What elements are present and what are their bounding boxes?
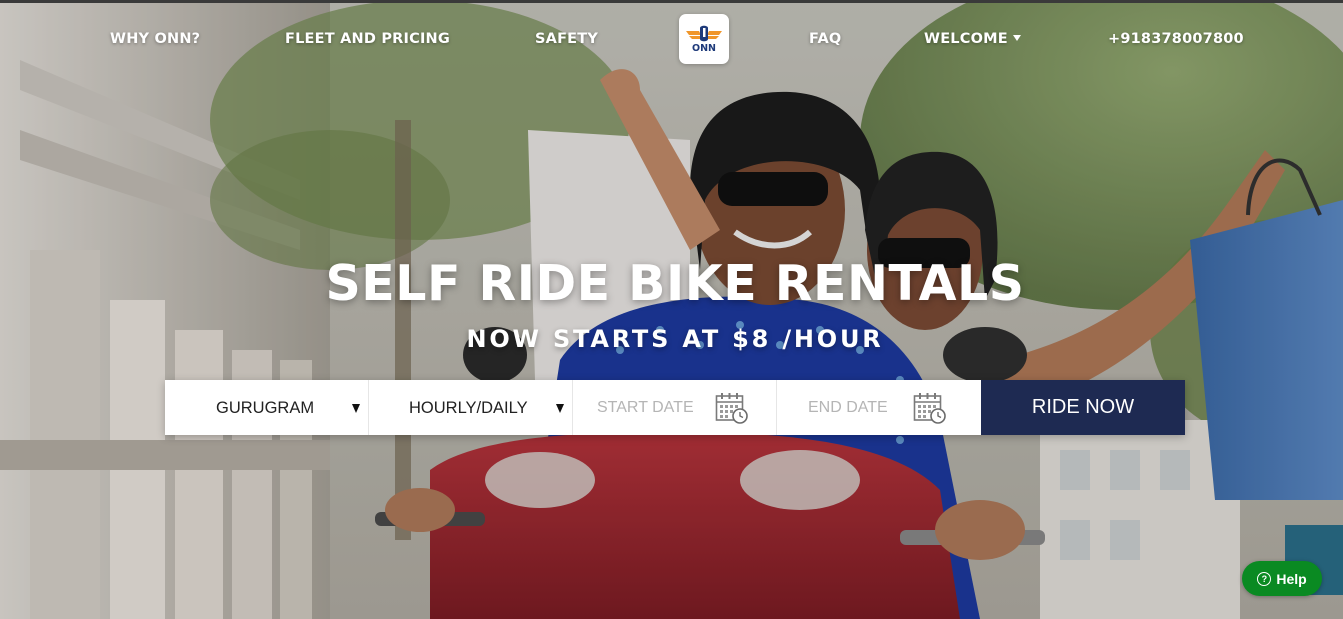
nav-fleet-and-pricing[interactable]: FLEET AND PRICING (285, 31, 450, 47)
caret-down-icon (556, 404, 564, 413)
rental-type-select-value: HOURLY/DAILY (409, 399, 528, 417)
nav-faq[interactable]: FAQ (809, 31, 841, 47)
city-select-value: GURUGRAM (216, 399, 315, 417)
help-label: Help (1276, 570, 1307, 587)
end-date-placeholder: END DATE (808, 399, 888, 416)
hero-headline: SELF RIDE BIKE RENTALS (325, 255, 1025, 312)
nav-phone-number[interactable]: +918378007800 (1108, 31, 1244, 47)
hero-subheadline: NOW STARTS AT $8 /HOUR (466, 325, 884, 353)
city-select[interactable]: GURUGRAM (165, 380, 369, 435)
help-button[interactable]: ? Help (1242, 561, 1322, 596)
caret-down-icon (352, 404, 360, 413)
rental-type-select[interactable]: HOURLY/DAILY (369, 380, 573, 435)
ride-now-button[interactable]: RIDE NOW (981, 380, 1185, 435)
question-circle-icon: ? (1257, 571, 1272, 586)
nav-welcome-dropdown[interactable]: WELCOME (924, 31, 1021, 47)
booking-form: GURUGRAM HOURLY/DAILY START DATE END DAT… (165, 380, 1185, 435)
calendar-icon (715, 393, 748, 424)
nav-why-onn[interactable]: WHY ONN? (110, 31, 200, 47)
start-date-field[interactable]: START DATE (573, 380, 777, 435)
end-date-field[interactable]: END DATE (777, 380, 981, 435)
nav-safety[interactable]: SAFETY (535, 31, 598, 47)
logo-text: ONN (692, 43, 716, 54)
nav-welcome-label: WELCOME (924, 31, 1008, 47)
onn-logo[interactable]: ONN (679, 14, 729, 64)
top-nav: WHY ONN? FLEET AND PRICING SAFETY ONN FA… (0, 0, 1343, 80)
wings-logo-icon (686, 25, 722, 42)
page: WHY ONN? FLEET AND PRICING SAFETY ONN FA… (0, 0, 1343, 619)
calendar-icon (913, 393, 946, 424)
start-date-placeholder: START DATE (597, 399, 694, 416)
caret-down-icon (1012, 35, 1021, 41)
